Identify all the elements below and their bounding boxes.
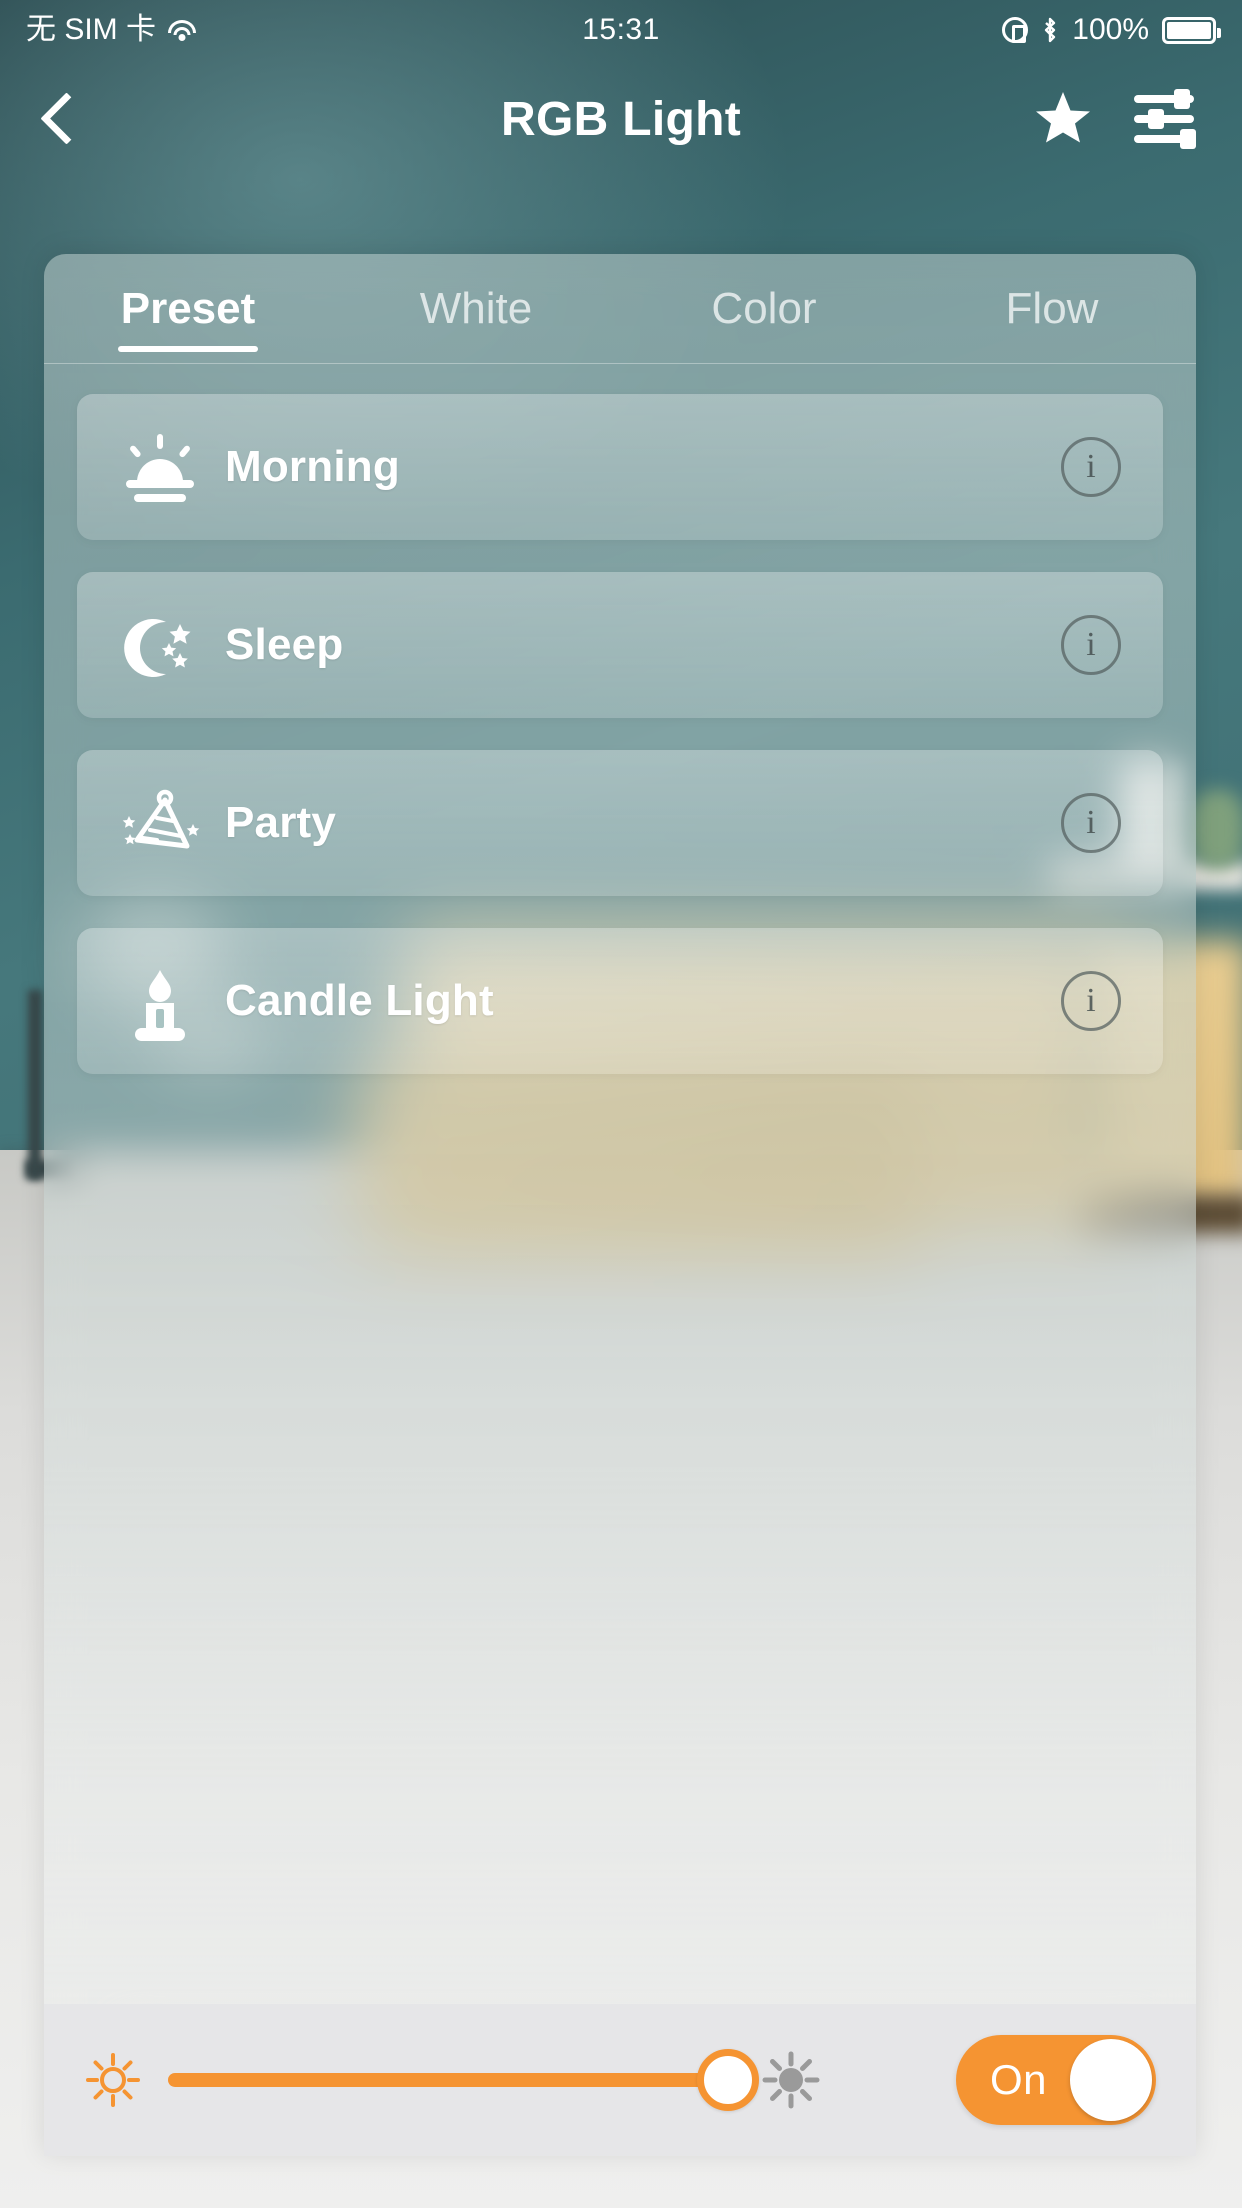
preset-label: Sleep [225,620,344,669]
preset-label: Party [225,798,337,847]
tab-white[interactable]: White [332,284,620,334]
moon-stars-icon [117,602,203,688]
power-toggle-label: On [990,2056,1048,2103]
preset-label: Candle Light [225,976,494,1025]
tab-color[interactable]: Color [620,284,908,334]
preset-item-sleep[interactable]: Sleep i [77,572,1163,718]
background-plant [1190,790,1242,870]
nav-bar: RGB Light [0,60,1242,178]
status-bar: 无 SIM 卡 15:31 100% [0,0,1242,60]
preset-info-button[interactable]: i [1061,793,1121,853]
background-door-frame [28,990,42,1180]
bottom-control-bar: On [44,2004,1196,2156]
brightness-high-icon[interactable] [762,2051,820,2109]
candle-icon [117,958,203,1044]
slider-thumb[interactable] [697,2049,759,2111]
preset-label: Morning [225,442,400,491]
star-icon[interactable] [1034,91,1092,147]
battery-full-icon [1162,16,1221,44]
control-panel: Preset White Color Flow Morning i Sleep … [44,254,1196,2156]
rotation-lock-icon [1002,17,1029,43]
power-toggle-knob[interactable] [1070,2039,1152,2121]
slider-fill [168,2073,728,2087]
preset-info-button[interactable]: i [1061,615,1121,675]
preset-item-party[interactable]: Party i [77,750,1163,896]
preset-info-button[interactable]: i [1061,437,1121,497]
tab-preset[interactable]: Preset [44,284,332,334]
brightness-slider[interactable] [168,2049,759,2111]
brightness-low-icon[interactable] [84,2051,142,2109]
power-toggle[interactable]: On [956,2035,1156,2125]
preset-info-button[interactable]: i [1061,971,1121,1031]
preset-list: Morning i Sleep i Party i Candle Light i [44,364,1196,1074]
tab-bar: Preset White Color Flow [44,254,1196,364]
bluetooth-icon [1041,16,1059,44]
preset-item-morning[interactable]: Morning i [77,394,1163,540]
sunrise-icon [117,424,203,510]
party-hat-icon [117,780,203,866]
sliders-icon[interactable] [1134,89,1196,149]
tab-flow[interactable]: Flow [908,284,1196,334]
preset-item-candle-light[interactable]: Candle Light i [77,928,1163,1074]
